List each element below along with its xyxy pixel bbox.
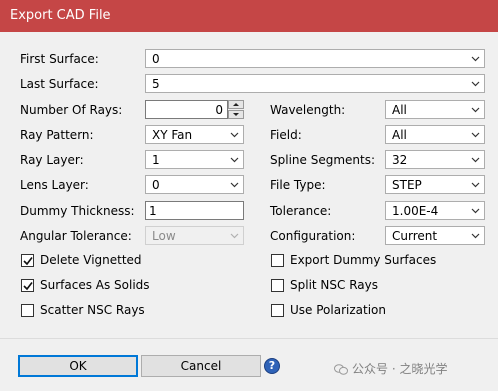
file-type-value: STEP (392, 178, 422, 192)
number-of-rays-value: 0 (215, 103, 223, 117)
chevron-down-icon (230, 182, 239, 188)
number-of-rays-input[interactable]: 0 (145, 100, 228, 119)
last-surface-select[interactable]: 5 (145, 74, 485, 93)
field-select[interactable]: All (385, 125, 485, 144)
chevron-down-icon (471, 107, 480, 113)
scatter-nsc-rays-checkbox[interactable] (21, 304, 34, 317)
field-value: All (392, 128, 407, 142)
wechat-icon (334, 364, 348, 375)
chevron-down-icon (471, 233, 480, 239)
configuration-label: Configuration: (270, 229, 356, 243)
lens-layer-select[interactable]: 0 (145, 175, 244, 194)
watermark-text: 公众号 · 之晓光学 (352, 362, 448, 376)
file-type-select[interactable]: STEP (385, 175, 485, 194)
file-type-label: File Type: (270, 178, 326, 192)
first-surface-value: 0 (152, 52, 160, 66)
configuration-value: Current (392, 229, 438, 243)
chevron-down-icon (471, 157, 480, 163)
chevron-down-icon (471, 56, 480, 62)
angular-tolerance-select: Low (145, 226, 244, 245)
chevron-down-icon (230, 157, 239, 163)
ok-button[interactable]: OK (18, 355, 138, 377)
dummy-thickness-value: 1 (149, 204, 157, 218)
tolerance-value: 1.00E-4 (392, 204, 439, 218)
spline-segments-select[interactable]: 32 (385, 150, 485, 169)
wavelength-select[interactable]: All (385, 100, 485, 119)
dummy-thickness-label: Dummy Thickness: (20, 204, 135, 218)
checkmark-icon (23, 282, 33, 291)
chevron-down-icon (471, 182, 480, 188)
split-nsc-rays-checkbox[interactable] (271, 279, 284, 292)
chevron-down-icon (230, 132, 239, 138)
wavelength-label: Wavelength: (270, 103, 346, 117)
use-polarization-label: Use Polarization (290, 303, 386, 317)
watermark: 公众号 · 之晓光学 (334, 360, 447, 377)
export-dummy-surfaces-label: Export Dummy Surfaces (290, 253, 437, 267)
use-polarization-checkbox[interactable] (271, 304, 284, 317)
cancel-button[interactable]: Cancel (141, 355, 261, 377)
spline-segments-value: 32 (392, 153, 408, 167)
surfaces-as-solids-label: Surfaces As Solids (40, 278, 150, 292)
checkmark-icon (23, 257, 33, 266)
ray-layer-value: 1 (152, 153, 160, 167)
title-bar: Export CAD File (0, 0, 498, 32)
delete-vignetted-label: Delete Vignetted (40, 253, 142, 267)
number-of-rays-label: Number Of Rays: (20, 103, 123, 117)
chevron-down-icon (471, 208, 480, 214)
scatter-nsc-rays-label: Scatter NSC Rays (40, 303, 145, 317)
spin-up-button[interactable] (228, 100, 244, 109)
field-label: Field: (270, 128, 302, 142)
number-of-rays-spinner[interactable] (228, 100, 244, 119)
tolerance-label: Tolerance: (270, 204, 332, 218)
ray-layer-select[interactable]: 1 (145, 150, 244, 169)
export-dummy-surfaces-checkbox[interactable] (271, 254, 284, 267)
last-surface-value: 5 (152, 77, 160, 91)
chevron-down-icon (471, 81, 480, 87)
dummy-thickness-input[interactable]: 1 (145, 201, 244, 220)
lens-layer-label: Lens Layer: (20, 178, 89, 192)
lens-layer-value: 0 (152, 178, 160, 192)
tolerance-select[interactable]: 1.00E-4 (385, 201, 485, 220)
ray-pattern-select[interactable]: XY Fan (145, 125, 244, 144)
angular-tolerance-value: Low (152, 229, 176, 243)
first-surface-select[interactable]: 0 (145, 49, 485, 68)
split-nsc-rays-label: Split NSC Rays (290, 278, 378, 292)
arrow-up-icon (233, 103, 239, 106)
ray-pattern-label: Ray Pattern: (20, 128, 94, 142)
first-surface-label: First Surface: (20, 52, 99, 66)
last-surface-label: Last Surface: (20, 77, 99, 91)
configuration-select[interactable]: Current (385, 226, 485, 245)
spline-segments-label: Spline Segments: (270, 153, 375, 167)
surfaces-as-solids-checkbox[interactable] (21, 279, 34, 292)
ray-layer-label: Ray Layer: (20, 153, 84, 167)
chevron-down-icon (471, 132, 480, 138)
help-icon[interactable]: ? (264, 358, 280, 374)
ray-pattern-value: XY Fan (152, 128, 193, 142)
chevron-down-icon (230, 233, 239, 239)
delete-vignetted-checkbox[interactable] (21, 254, 34, 267)
angular-tolerance-label: Angular Tolerance: (20, 229, 132, 243)
arrow-down-icon (233, 113, 239, 116)
window-title: Export CAD File (10, 8, 111, 23)
wavelength-value: All (392, 103, 407, 117)
spin-down-button[interactable] (228, 110, 244, 119)
